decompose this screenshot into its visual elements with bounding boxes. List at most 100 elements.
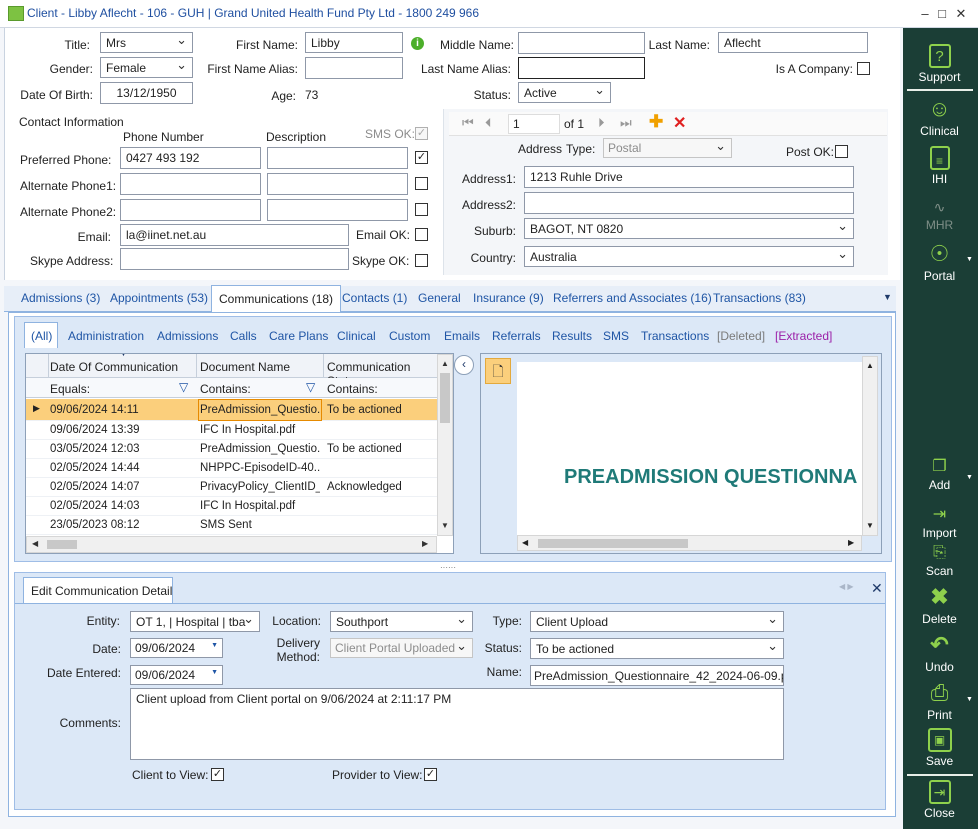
tab-overflow-icon[interactable]: ▼: [883, 292, 892, 302]
email-ok-checkbox[interactable]: [415, 228, 428, 241]
delivery-method-select[interactable]: Client Portal Uploaded: [330, 638, 473, 658]
grid-vertical-scrollbar[interactable]: ▲ ▼: [437, 354, 453, 536]
comments-field[interactable]: Client upload from Client portal on 9/06…: [130, 688, 784, 760]
column-header-document[interactable]: Document Name: [200, 360, 290, 374]
address1-field[interactable]: 1213 Ruhle Drive: [524, 166, 854, 188]
next-record-icon[interactable]: ⏵: [598, 115, 605, 131]
location-select[interactable]: Southport: [330, 611, 473, 632]
mhr-button[interactable]: ∿ MHR: [903, 198, 976, 232]
sub-tab-extracted[interactable]: [Extracted]: [775, 329, 832, 343]
name-field[interactable]: PreAdmission_Questionnaire_42_2024-06-09…: [530, 665, 784, 686]
date-entered-dropdown-icon[interactable]: ▼: [211, 669, 218, 676]
sub-tab-all[interactable]: (All): [31, 329, 52, 343]
table-row[interactable]: 02/05/2024 14:44 NHPPC-EpisodeID-40...: [26, 459, 437, 478]
scroll-thumb[interactable]: [440, 373, 450, 423]
date-field[interactable]: 09/06/2024 ▼: [130, 638, 223, 658]
first-name-field[interactable]: Libby: [305, 32, 403, 53]
tab-admissions[interactable]: Admissions (3): [21, 291, 100, 305]
filter-status[interactable]: Contains:: [327, 382, 378, 396]
scroll-right-icon[interactable]: ▶: [848, 538, 854, 547]
alt-phone2-description[interactable]: [267, 199, 408, 221]
scroll-left-icon[interactable]: ◀: [522, 538, 528, 547]
tab-contacts[interactable]: Contacts (1): [342, 291, 407, 305]
title-select[interactable]: Mrs: [100, 32, 193, 53]
prev-record-icon[interactable]: ⏴: [485, 115, 492, 131]
type-select[interactable]: Client Upload: [530, 611, 784, 632]
preview-vertical-scrollbar[interactable]: ▲ ▼: [862, 356, 878, 536]
date-entered-field[interactable]: 09/06/2024 ▼: [130, 665, 223, 685]
middle-name-field[interactable]: [518, 32, 645, 54]
minimize-button[interactable]: –: [917, 6, 933, 21]
collapse-preview-icon[interactable]: ‹: [454, 355, 474, 375]
filter-date[interactable]: Equals:: [50, 382, 90, 396]
table-row[interactable]: 03/05/2024 12:03 PreAdmission_Questio... T…: [26, 440, 437, 459]
tab-insurance[interactable]: Insurance (9): [473, 291, 544, 305]
undo-button[interactable]: ↶ Undo: [903, 632, 976, 674]
tab-appointments[interactable]: Appointments (53): [110, 291, 208, 305]
preferred-phone-field[interactable]: 0427 493 192: [120, 147, 261, 169]
last-name-alias-field[interactable]: [518, 57, 645, 79]
column-header-date[interactable]: Date Of Communication: [50, 360, 178, 374]
table-row[interactable]: ▶ 09/06/2024 14:11 PreAdmission_Questio...…: [26, 399, 437, 421]
preferred-sms-checkbox[interactable]: ✓: [415, 151, 428, 164]
scroll-up-icon[interactable]: ▲: [866, 361, 874, 370]
scroll-up-icon[interactable]: ▲: [441, 359, 449, 368]
last-record-icon[interactable]: ⏭: [620, 115, 632, 131]
post-ok-checkbox[interactable]: [835, 145, 848, 158]
country-select[interactable]: Australia: [524, 246, 854, 267]
first-record-icon[interactable]: ⏮: [462, 115, 474, 131]
info-icon[interactable]: i: [411, 37, 424, 50]
filter-icon[interactable]: ▽: [306, 380, 315, 394]
alt-phone1-field[interactable]: [120, 173, 261, 195]
table-row[interactable]: 02/05/2024 14:03 IFC In Hospital.pdf: [26, 497, 437, 516]
sub-tab-referrals[interactable]: Referrals: [492, 329, 541, 343]
table-row[interactable]: 09/06/2024 13:39 IFC In Hospital.pdf: [26, 421, 437, 440]
date-dropdown-icon[interactable]: ▼: [211, 642, 218, 649]
provider-view-checkbox[interactable]: ✓: [424, 768, 437, 781]
alt-phone1-sms-checkbox[interactable]: [415, 177, 428, 190]
client-view-checkbox[interactable]: ✓: [211, 768, 224, 781]
preferred-phone-description[interactable]: [267, 147, 408, 169]
skype-field[interactable]: [120, 248, 349, 270]
filter-document[interactable]: Contains:: [200, 382, 251, 396]
delete-address-icon[interactable]: ✕: [673, 113, 686, 133]
detail-prev-icon[interactable]: ◀ ▶: [839, 582, 854, 591]
close-window-button[interactable]: ✕: [953, 6, 969, 22]
alt-phone1-description[interactable]: [267, 173, 408, 195]
close-detail-icon[interactable]: ✕: [871, 580, 883, 597]
restore-button[interactable]: □: [934, 6, 950, 21]
document-icon[interactable]: 🗋: [485, 358, 511, 384]
portal-dropdown-icon[interactable]: ▼: [966, 256, 973, 263]
address2-field[interactable]: [524, 192, 854, 214]
alt-phone2-sms-checkbox[interactable]: [415, 203, 428, 216]
sub-tab-deleted[interactable]: [Deleted]: [717, 329, 765, 343]
scroll-right-icon[interactable]: ▶: [422, 539, 428, 548]
sub-tab-calls[interactable]: Calls: [230, 329, 257, 343]
ihi-button[interactable]: ≡ IHI: [903, 146, 976, 186]
add-dropdown-icon[interactable]: ▼: [966, 474, 973, 481]
clinical-button[interactable]: ☺ Clinical: [903, 96, 976, 138]
sub-tab-admissions[interactable]: Admissions: [157, 329, 218, 343]
sub-tab-care-plans[interactable]: Care Plans: [269, 329, 328, 343]
tab-general[interactable]: General: [418, 291, 461, 305]
entity-select[interactable]: OT 1, | Hospital | tba: [130, 611, 260, 632]
sub-tab-transactions[interactable]: Transactions: [641, 329, 709, 343]
first-name-alias-field[interactable]: [305, 57, 403, 79]
tab-communications[interactable]: Communications (18): [211, 285, 342, 313]
is-company-checkbox[interactable]: [857, 62, 870, 75]
scan-button[interactable]: ⎘ Scan: [903, 544, 976, 578]
h-scroll-thumb[interactable]: [538, 539, 688, 548]
table-row[interactable]: 23/05/2023 08:12 SMS Sent: [26, 516, 437, 535]
sub-tab-custom[interactable]: Custom: [389, 329, 430, 343]
h-scroll-thumb[interactable]: [47, 540, 77, 549]
tab-referrers[interactable]: Referrers and Associates (16): [553, 291, 712, 305]
close-button[interactable]: ⇥ Close: [903, 780, 976, 820]
email-field[interactable]: la@iinet.net.au: [120, 224, 349, 246]
dob-field[interactable]: 13/12/1950: [100, 82, 193, 104]
import-button[interactable]: ⇥ Import: [903, 506, 976, 540]
sub-tab-sms[interactable]: SMS: [603, 329, 629, 343]
scroll-down-icon[interactable]: ▼: [441, 521, 449, 530]
gender-select[interactable]: Female: [100, 57, 193, 78]
filter-icon[interactable]: ▽: [179, 380, 188, 394]
add-address-icon[interactable]: ✚: [649, 112, 663, 132]
